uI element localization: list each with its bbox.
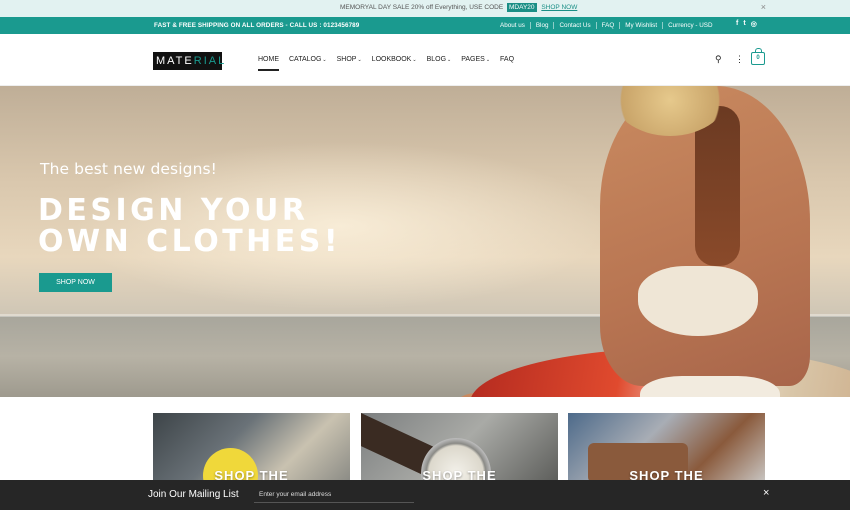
- nav-label: BLOG: [426, 56, 447, 63]
- card-label: SHOP THE: [422, 468, 497, 480]
- nav-catalog[interactable]: CATALOG⌄: [289, 56, 327, 63]
- nav-label: LOOKBOOK: [371, 56, 412, 63]
- currency-selector[interactable]: Currency - USD: [663, 22, 717, 29]
- nav-blog[interactable]: BLOG⌄: [427, 56, 452, 63]
- hero-shop-now-button[interactable]: SHOP NOW: [39, 273, 112, 292]
- search-icon[interactable]: ⚲: [715, 54, 722, 65]
- chevron-down-icon: ⌄: [412, 57, 417, 63]
- chevron-down-icon: ⌄: [357, 57, 362, 63]
- hero-model-hair: [695, 106, 740, 266]
- category-card-tshirts[interactable]: SHOP THE: [153, 413, 350, 480]
- wishlist-link[interactable]: My Wishlist: [620, 21, 664, 29]
- contact-us-link[interactable]: Contact Us: [554, 21, 597, 29]
- nav-label: CATALOG: [289, 56, 322, 63]
- category-card-watches[interactable]: SHOP THE: [361, 413, 558, 480]
- facebook-icon[interactable]: f: [736, 20, 738, 28]
- hero-model-bottom: [640, 376, 780, 397]
- twitter-icon[interactable]: t: [743, 20, 745, 28]
- email-input[interactable]: [254, 486, 414, 503]
- hero-title-line1: DESIGN YOUR: [38, 193, 309, 228]
- nav-label: HOME: [258, 56, 279, 63]
- more-options-icon[interactable]: ⋮: [735, 54, 744, 65]
- logo-text-part1: MATE: [156, 55, 194, 67]
- instagram-icon[interactable]: ◎: [751, 20, 757, 28]
- chevron-down-icon: ⌄: [322, 57, 327, 63]
- card-label: SHOP THE: [629, 468, 704, 480]
- about-us-link[interactable]: About us: [500, 21, 531, 29]
- nav-label: FAQ: [500, 56, 515, 63]
- category-cards: SHOP THE SHOP THE SHOP THE: [153, 413, 765, 480]
- chevron-down-icon: ⌄: [447, 57, 452, 63]
- nav-lookbook[interactable]: LOOKBOOK⌄: [372, 56, 417, 63]
- shop-now-link[interactable]: SHOP NOW: [541, 4, 577, 11]
- nav-faq[interactable]: FAQ: [500, 56, 514, 63]
- hero-banner: The best new designs! DESIGN YOUR OWN CL…: [0, 86, 850, 397]
- social-links: f t ◎: [736, 20, 757, 28]
- nav-shop[interactable]: SHOP⌄: [337, 56, 362, 63]
- announcement-text: MEMORYAL DAY SALE 20% off Everything, US…: [340, 3, 577, 12]
- site-logo[interactable]: MATERIAL: [153, 52, 224, 70]
- mailing-close-icon[interactable]: ×: [763, 487, 769, 499]
- top-links: About us Blog Contact Us FAQ My Wishlist…: [500, 21, 718, 29]
- promo-code: MDAY20: [506, 3, 537, 12]
- chevron-down-icon: ⌄: [485, 57, 491, 63]
- shipping-notice: FAST & FREE SHIPPING ON ALL ORDERS - CAL…: [154, 21, 360, 29]
- announcement-close-icon[interactable]: ×: [761, 2, 766, 12]
- announcement-message: MEMORYAL DAY SALE 20% off Everything, US…: [340, 4, 504, 11]
- card-label: SHOP THE: [214, 468, 289, 480]
- hero-subtitle: The best new designs!: [40, 160, 217, 178]
- main-nav: HOME CATALOG⌄ SHOP⌄ LOOKBOOK⌄ BLOG⌄ PAGE…: [258, 56, 514, 71]
- hero-title: DESIGN YOUR OWN CLOTHES!: [38, 195, 341, 257]
- hero-model-top: [638, 266, 758, 336]
- announcement-bar: MEMORYAL DAY SALE 20% off Everything, US…: [0, 0, 850, 17]
- top-bar: FAST & FREE SHIPPING ON ALL ORDERS - CAL…: [0, 17, 850, 34]
- nav-pages[interactable]: PAGES⌄: [461, 56, 490, 63]
- nav-label: SHOP: [336, 56, 357, 63]
- faq-link[interactable]: FAQ: [597, 21, 621, 29]
- mailing-list-title: Join Our Mailing List: [148, 489, 239, 500]
- mailing-list-bar: Join Our Mailing List ×: [0, 480, 850, 510]
- nav-label: PAGES: [461, 56, 485, 63]
- nav-home[interactable]: HOME: [258, 56, 279, 71]
- hero-title-line2: OWN CLOTHES!: [38, 224, 342, 259]
- cart-icon[interactable]: 0: [751, 48, 765, 65]
- site-header: MATERIAL HOME CATALOG⌄ SHOP⌄ LOOKBOOK⌄ B…: [0, 34, 850, 86]
- blog-link[interactable]: Blog: [531, 21, 555, 29]
- logo-text-part2: RIAL: [193, 55, 227, 67]
- category-card-bags[interactable]: SHOP THE: [568, 413, 765, 480]
